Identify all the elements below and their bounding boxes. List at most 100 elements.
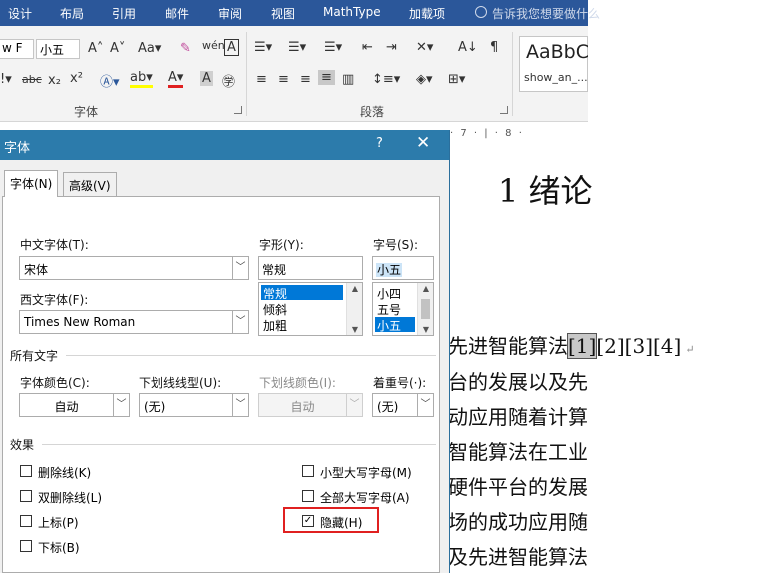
font-style-list[interactable]: 常规 倾斜 加粗 ▲ ▼ xyxy=(258,282,363,336)
tab-addins[interactable]: 加载项 xyxy=(409,5,445,22)
tab-layout[interactable]: 布局 xyxy=(60,5,84,22)
increase-indent-icon[interactable]: ⇥ xyxy=(386,40,397,55)
font-name-box[interactable]: w F xyxy=(0,39,34,59)
scroll-down-icon[interactable]: ▼ xyxy=(347,325,362,334)
font-color-icon[interactable]: A▾ xyxy=(168,70,184,88)
list-item[interactable]: 小五 xyxy=(375,317,415,333)
char-shading-icon[interactable]: A xyxy=(200,71,213,86)
scrollbar[interactable]: ▲ ▼ xyxy=(417,283,433,335)
sort-icon[interactable]: A↓ xyxy=(458,40,478,55)
clear-format-icon[interactable]: ✎ xyxy=(180,41,191,56)
underline-style-value: (无) xyxy=(144,400,166,414)
tab-font[interactable]: 字体(N) xyxy=(4,170,59,197)
styles-gallery[interactable]: AaBbC show_an_... xyxy=(519,36,589,92)
subscript-checkbox[interactable]: 下标(B) xyxy=(20,539,130,555)
underline-color-value: 自动 xyxy=(290,400,315,414)
paragraph-dialog-launcher[interactable] xyxy=(500,106,508,114)
list-item[interactable]: 五号 xyxy=(375,301,415,317)
scrollbar[interactable]: ▲ ▼ xyxy=(346,283,362,335)
font-size-input[interactable]: 小五 xyxy=(372,256,434,280)
superscript-checkbox[interactable]: 上标(P) xyxy=(20,514,130,530)
font-color-combo[interactable]: 自动 ﹀ xyxy=(19,393,130,417)
grow-font-icon[interactable]: A˄ xyxy=(88,41,103,56)
superscript-icon[interactable]: x² xyxy=(70,71,83,86)
strikethrough-checkbox[interactable]: 删除线(K) xyxy=(20,464,130,480)
chevron-down-icon[interactable]: ﹀ xyxy=(232,311,248,333)
scroll-up-icon[interactable]: ▲ xyxy=(418,284,433,293)
bullets-icon[interactable]: ☰▾ xyxy=(254,40,272,55)
change-case-icon[interactable]: Aa▾ xyxy=(138,41,161,56)
list-item[interactable]: 倾斜 xyxy=(261,301,343,317)
font-size-box[interactable]: 小五 xyxy=(36,39,80,59)
emphasis-mark-combo[interactable]: (无) ﹀ xyxy=(372,393,434,417)
asian-layout-icon[interactable]: ✕▾ xyxy=(416,40,433,55)
decrease-indent-icon[interactable]: ⇤ xyxy=(362,40,373,55)
phonetic-guide-icon[interactable]: wén xyxy=(202,39,225,52)
checkbox-box[interactable] xyxy=(20,515,32,527)
text-effects-icon[interactable]: Ⓐ▾ xyxy=(100,71,120,90)
scroll-thumb[interactable] xyxy=(421,299,430,319)
checkbox-box[interactable] xyxy=(302,490,314,502)
list-item[interactable]: 加粗 xyxy=(261,317,343,333)
distributed-icon[interactable]: ▥ xyxy=(342,72,354,87)
numbering-icon[interactable]: ☰▾ xyxy=(288,40,306,55)
tell-me-search[interactable]: 告诉我您想要做什么 xyxy=(492,5,600,22)
underline-color-label: 下划线颜色(I): xyxy=(259,376,336,390)
font-size-list[interactable]: 小四 五号 小五 ▲ ▼ xyxy=(372,282,434,336)
tab-mailings[interactable]: 邮件 xyxy=(165,5,189,22)
shrink-font-icon[interactable]: A˅ xyxy=(110,41,125,56)
scroll-down-icon[interactable]: ▼ xyxy=(418,325,433,334)
font-dialog-launcher[interactable] xyxy=(234,106,242,114)
double-strikethrough-checkbox[interactable]: 双删除线(L) xyxy=(20,489,130,505)
tab-view[interactable]: 视图 xyxy=(271,5,295,22)
annotation-highlight-box xyxy=(283,507,379,533)
chevron-down-icon: ﹀ xyxy=(346,394,362,416)
chapter-heading: 1 绪论 xyxy=(498,172,593,210)
list-item[interactable]: 小四 xyxy=(375,285,415,301)
font-color-label: 字体颜色(C): xyxy=(20,376,90,390)
chevron-down-icon[interactable]: ﹀ xyxy=(232,257,248,279)
small-caps-checkbox[interactable]: 小型大写字母(M) xyxy=(302,464,432,480)
subscript-icon[interactable]: x₂ xyxy=(48,73,61,88)
close-button[interactable]: ✕ xyxy=(416,133,430,153)
scroll-up-icon[interactable]: ▲ xyxy=(347,284,362,293)
doc-line: 智能算法在工业 xyxy=(448,440,588,464)
checkbox-box[interactable] xyxy=(302,465,314,477)
font-style-input[interactable]: 常规 xyxy=(258,256,363,280)
horizontal-ruler: · 7 · | · 8 · xyxy=(450,128,524,139)
bullet-misc-icon[interactable]: !▾ xyxy=(0,72,12,87)
line-spacing-icon[interactable]: ↕≡▾ xyxy=(372,72,400,87)
checkbox-box[interactable] xyxy=(20,490,32,502)
tab-mathtype[interactable]: MathType xyxy=(323,5,381,19)
chevron-down-icon[interactable]: ﹀ xyxy=(232,394,248,416)
chevron-down-icon[interactable]: ﹀ xyxy=(113,394,129,416)
tab-advanced[interactable]: 高级(V) xyxy=(63,172,117,196)
align-center-icon[interactable]: ≡ xyxy=(278,72,289,87)
show-marks-icon[interactable]: ¶ xyxy=(490,40,498,55)
checkbox-box[interactable] xyxy=(20,465,32,477)
tab-references[interactable]: 引用 xyxy=(112,5,136,22)
help-button[interactable]: ? xyxy=(376,136,383,151)
underline-style-combo[interactable]: (无) ﹀ xyxy=(139,393,249,417)
align-right-icon[interactable]: ≡ xyxy=(300,72,311,87)
checkbox-box[interactable] xyxy=(20,540,32,552)
char-border-icon[interactable]: A xyxy=(224,39,239,56)
all-caps-checkbox[interactable]: 全部大写字母(A) xyxy=(302,489,432,505)
doc-line: 硬件平台的发展 xyxy=(448,475,588,499)
multilevel-list-icon[interactable]: ☰▾ xyxy=(324,40,342,55)
shading-icon[interactable]: ◈▾ xyxy=(416,72,433,87)
tab-design[interactable]: 设计 xyxy=(8,5,32,22)
western-font-combo[interactable]: Times New Roman ﹀ xyxy=(19,310,249,334)
tab-review[interactable]: 审阅 xyxy=(218,5,242,22)
checkbox-label: 双删除线(L) xyxy=(38,491,103,505)
chevron-down-icon[interactable]: ﹀ xyxy=(417,394,433,416)
chinese-font-combo[interactable]: 宋体 ﹀ xyxy=(19,256,249,280)
list-item[interactable]: 常规 xyxy=(261,285,343,301)
borders-icon[interactable]: ⊞▾ xyxy=(448,72,465,87)
justify-icon[interactable]: ≡ xyxy=(318,70,335,85)
strikethrough-icon[interactable]: abc xyxy=(22,73,42,86)
highlight-color-icon[interactable]: ab▾ xyxy=(130,70,153,88)
align-left-icon[interactable]: ≡ xyxy=(256,72,267,87)
enclose-char-icon[interactable]: ㊫ xyxy=(222,71,235,90)
font-size-value: 小五 xyxy=(376,263,403,277)
